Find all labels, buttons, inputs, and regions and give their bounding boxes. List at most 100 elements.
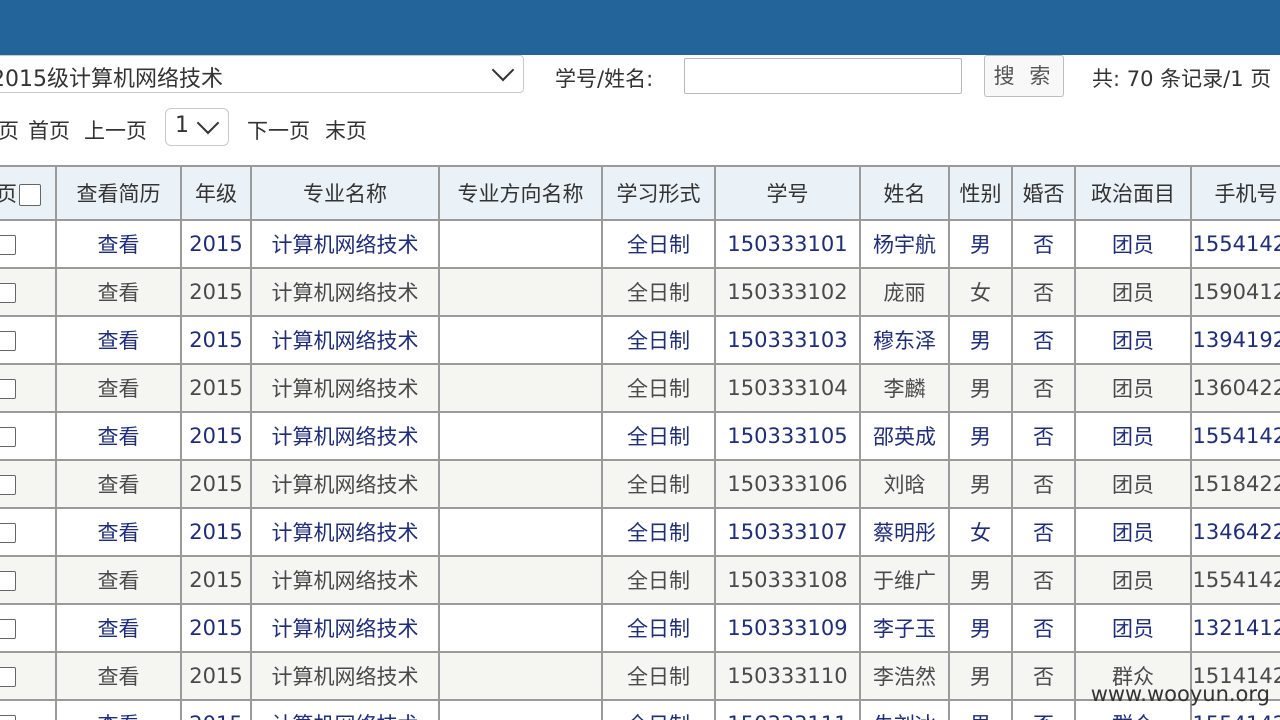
student-id-cell: 150333102 <box>714 267 861 317</box>
row-select-cell <box>0 555 57 605</box>
direction-cell <box>438 411 603 461</box>
political-cell: 团员 <box>1074 411 1192 461</box>
view-resume-link[interactable]: 查看 <box>55 219 182 269</box>
phone-cell: 13941925 <box>1190 315 1280 365</box>
study-form-cell: 全日制 <box>601 267 716 317</box>
phone-cell: 13604225 <box>1190 363 1280 413</box>
view-resume-link[interactable]: 查看 <box>55 603 182 653</box>
view-resume-link[interactable]: 查看 <box>55 555 182 605</box>
married-cell: 否 <box>1011 555 1076 605</box>
watermark: www.wooyun.org <box>1090 682 1270 706</box>
table-row: 查看2015计算机网络技术 全日制150333107蔡明彤女否团员13464225 <box>0 507 1280 557</box>
row-checkbox[interactable] <box>0 523 16 543</box>
phone-cell: 13464225 <box>1190 507 1280 557</box>
married-cell: 否 <box>1011 459 1076 509</box>
row-checkbox[interactable] <box>0 235 16 255</box>
student-table-container: 页 查看简历 年级 专业名称 专业方向名称 学习形式 学号 姓名 性别 婚否 政… <box>0 165 1280 720</box>
major-cell: 计算机网络技术 <box>250 267 440 317</box>
row-checkbox[interactable] <box>0 667 16 687</box>
class-select[interactable]: 2015级计算机网络技术 <box>0 55 524 93</box>
direction-cell <box>438 507 603 557</box>
married-cell: 否 <box>1011 411 1076 461</box>
view-resume-link[interactable]: 查看 <box>55 507 182 557</box>
direction-cell <box>438 555 603 605</box>
row-checkbox[interactable] <box>0 571 16 591</box>
political-cell: 团员 <box>1074 267 1192 317</box>
page-select[interactable]: 1 <box>165 108 229 146</box>
married-cell: 否 <box>1011 219 1076 269</box>
direction-cell <box>438 267 603 317</box>
row-checkbox[interactable] <box>0 283 16 303</box>
row-checkbox[interactable] <box>0 715 16 720</box>
gender-cell: 男 <box>948 411 1013 461</box>
student-id-cell: 150333105 <box>714 411 861 461</box>
table-row: 查看2015计算机网络技术 全日制150333101杨宇航男否团员15541425 <box>0 219 1280 269</box>
study-form-cell: 全日制 <box>601 651 716 701</box>
view-resume-link[interactable]: 查看 <box>55 315 182 365</box>
phone-cell: 15541425 <box>1190 555 1280 605</box>
married-cell: 否 <box>1011 363 1076 413</box>
gender-cell: 男 <box>948 651 1013 701</box>
major-cell: 计算机网络技术 <box>250 603 440 653</box>
table-row: 查看2015计算机网络技术 全日制150333106刘晗男否团员15184225 <box>0 459 1280 509</box>
grade-cell: 2015 <box>180 363 252 413</box>
filter-toolbar: 2015级计算机网络技术 学号/姓名: 搜 索 共: 70 条记录/1 页 页 … <box>0 55 1280 163</box>
row-checkbox[interactable] <box>0 379 16 399</box>
search-input[interactable] <box>684 58 962 94</box>
row-select-cell <box>0 603 57 653</box>
gender-cell: 男 <box>948 219 1013 269</box>
row-checkbox[interactable] <box>0 619 16 639</box>
search-button[interactable]: 搜 索 <box>984 55 1064 97</box>
gender-cell: 男 <box>948 699 1013 720</box>
page-select-value: 1 <box>175 113 189 138</box>
view-resume-link[interactable]: 查看 <box>55 363 182 413</box>
direction-cell <box>438 699 603 720</box>
first-page-link[interactable]: 首页 <box>28 115 70 145</box>
study-form-cell: 全日制 <box>601 555 716 605</box>
view-resume-link[interactable]: 查看 <box>55 459 182 509</box>
view-resume-link[interactable]: 查看 <box>55 267 182 317</box>
direction-cell <box>438 459 603 509</box>
name-cell: 刘晗 <box>859 459 950 509</box>
row-checkbox[interactable] <box>0 427 16 447</box>
row-checkbox[interactable] <box>0 331 16 351</box>
next-page-link[interactable]: 下一页 <box>247 115 310 145</box>
view-resume-link[interactable]: 查看 <box>55 699 182 720</box>
top-banner <box>0 0 1280 55</box>
class-select-value: 2015级计算机网络技术 <box>0 67 223 92</box>
row-select-cell <box>0 267 57 317</box>
row-select-cell <box>0 363 57 413</box>
political-cell: 团员 <box>1074 507 1192 557</box>
row-checkbox[interactable] <box>0 475 16 495</box>
chevron-down-icon <box>491 58 515 82</box>
view-resume-link[interactable]: 查看 <box>55 651 182 701</box>
chevron-down-icon <box>196 111 220 135</box>
last-page-link[interactable]: 末页 <box>325 115 367 145</box>
header-direction: 专业方向名称 <box>438 165 603 221</box>
header-grade: 年级 <box>180 165 252 221</box>
prev-page-link[interactable]: 上一页 <box>84 115 147 145</box>
phone-cell: 15904125 <box>1190 267 1280 317</box>
grade-cell: 2015 <box>180 219 252 269</box>
married-cell: 否 <box>1011 507 1076 557</box>
student-id-cell: 150333110 <box>714 651 861 701</box>
select-all-checkbox[interactable] <box>19 184 41 206</box>
study-form-cell: 全日制 <box>601 699 716 720</box>
study-form-cell: 全日制 <box>601 507 716 557</box>
political-cell: 团员 <box>1074 219 1192 269</box>
view-resume-link[interactable]: 查看 <box>55 411 182 461</box>
direction-cell <box>438 315 603 365</box>
married-cell: 否 <box>1011 603 1076 653</box>
page-suffix: 页 <box>0 119 19 143</box>
gender-cell: 女 <box>948 507 1013 557</box>
header-major: 专业名称 <box>250 165 440 221</box>
table-row: 查看2015计算机网络技术 全日制150333102庞丽女否团员15904125 <box>0 267 1280 317</box>
header-political: 政治面目 <box>1074 165 1192 221</box>
table-row: 查看2015计算机网络技术 全日制150333104李麟男否团员13604225 <box>0 363 1280 413</box>
grade-cell: 2015 <box>180 507 252 557</box>
row-select-cell <box>0 651 57 701</box>
header-married: 婚否 <box>1011 165 1076 221</box>
study-form-cell: 全日制 <box>601 459 716 509</box>
married-cell: 否 <box>1011 267 1076 317</box>
name-cell: 朱刘冰 <box>859 699 950 720</box>
